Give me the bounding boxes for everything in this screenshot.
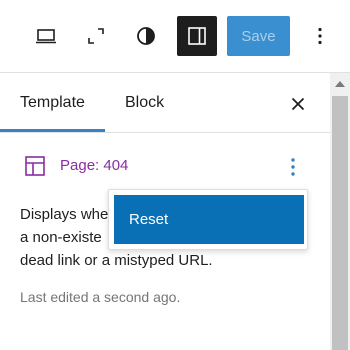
fullscreen-icon [88, 28, 104, 44]
close-icon [291, 97, 305, 111]
tab-template[interactable]: Template [20, 73, 85, 132]
template-actions-menu: Reset [108, 189, 308, 250]
active-tab-indicator [0, 129, 105, 132]
sidebar-tabs: Template Block [0, 73, 330, 133]
editor-toolbar: Save [0, 0, 350, 73]
preview-button[interactable] [26, 16, 66, 56]
contrast-styles-icon [137, 27, 155, 45]
scroll-up-arrow[interactable] [332, 77, 348, 91]
description-line: dead link or a mistyped URL. [20, 252, 213, 269]
tab-block[interactable]: Block [125, 73, 164, 132]
more-vertical-icon [318, 27, 322, 45]
template-header: Page: 404 [0, 146, 330, 186]
sidebar-settings-icon [188, 27, 206, 45]
description-line: Displays whe [20, 206, 109, 223]
description-line: a non-existe [20, 229, 102, 246]
close-sidebar-button[interactable] [284, 90, 312, 118]
fullscreen-button[interactable] [76, 16, 116, 56]
last-edited-text: Last edited a second ago. [20, 289, 181, 305]
template-title: Page: 404 [60, 157, 129, 174]
options-button[interactable] [300, 16, 340, 56]
editor-frame: Save Template Block Page: 404 Displays w… [0, 0, 350, 350]
scrollbar-thumb[interactable] [332, 96, 348, 350]
desktop-preview-icon [36, 29, 56, 44]
layout-template-icon [24, 155, 46, 182]
save-button[interactable]: Save [227, 16, 290, 56]
reset-menu-item[interactable]: Reset [114, 195, 304, 244]
more-vertical-icon [291, 158, 295, 176]
styles-button[interactable] [126, 16, 166, 56]
template-actions-button[interactable] [282, 152, 304, 182]
settings-button[interactable] [177, 16, 217, 56]
caret-up-icon [335, 81, 345, 87]
